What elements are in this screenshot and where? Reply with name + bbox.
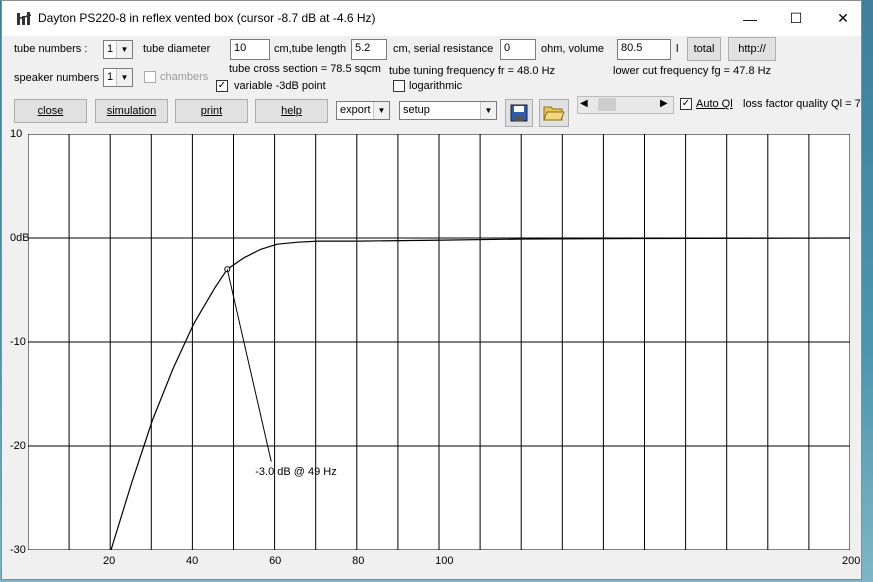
close-window-button[interactable]: ✕ (820, 1, 866, 36)
setup-select[interactable]: setup ▼ (399, 101, 497, 120)
app-icon (16, 12, 32, 25)
floppy-icon (510, 104, 528, 122)
scroll-left-icon[interactable]: ◀ (580, 98, 588, 109)
chambers-checkbox[interactable] (144, 71, 156, 83)
volume-label: ohm, volume (541, 43, 604, 55)
title-bar: Dayton PS220-8 in reflex vented box (cur… (2, 1, 861, 36)
help-button[interactable]: help (255, 99, 328, 123)
chevron-down-icon: ▼ (373, 102, 389, 119)
volume-input[interactable]: 80.5 (617, 39, 671, 60)
chevron-down-icon: ▼ (116, 41, 132, 58)
y-tick-label: -30 (10, 544, 26, 556)
serial-resistance-label: cm, serial resistance (393, 43, 494, 55)
maximize-button[interactable]: ☐ (773, 1, 819, 36)
logarithmic-checkbox[interactable] (393, 80, 405, 92)
serial-resistance-input[interactable]: 0 (500, 39, 536, 60)
tube-length-input[interactable]: 5.2 (351, 39, 387, 60)
auto-ql-label: Auto Ql (696, 98, 733, 110)
total-button[interactable]: total (687, 37, 721, 61)
window-title: Dayton PS220-8 in reflex vented box (cur… (38, 11, 376, 25)
tube-diameter-input[interactable]: 10 (230, 39, 270, 60)
y-tick-label: -20 (10, 440, 26, 452)
scroll-right-icon[interactable]: ▶ (660, 98, 668, 109)
open-button[interactable] (539, 99, 569, 127)
chambers-label: chambers (160, 71, 209, 83)
y-tick-label: -10 (10, 336, 26, 348)
x-tick-label: 200 (842, 555, 861, 567)
scrollbar-thumb[interactable] (598, 98, 616, 111)
minimize-button[interactable]: — (727, 1, 773, 36)
setup-value: setup (403, 104, 430, 116)
variable-3db-label: variable -3dB point (234, 80, 326, 92)
x-tick-label: 60 (269, 555, 282, 567)
tube-numbers-value: 1 (107, 43, 114, 55)
response-chart: -3.0 dB @ 49 Hz (27, 133, 851, 551)
main-window: Dayton PS220-8 in reflex vented box (cur… (1, 0, 862, 580)
x-tick-label: 80 (352, 555, 365, 567)
x-tick-label: 100 (435, 555, 454, 567)
chart-svg: -3.0 dB @ 49 Hz (27, 133, 851, 551)
http-button[interactable]: http:// (728, 37, 776, 61)
y-tick-label: 10 (10, 128, 23, 140)
chevron-down-icon: ▼ (116, 69, 132, 86)
export-select[interactable]: export ▼ (336, 101, 390, 120)
tube-length-label: cm,tube length (274, 43, 347, 55)
speaker-numbers-select[interactable]: 1 ▼ (103, 68, 133, 87)
tube-numbers-select[interactable]: 1 ▼ (103, 40, 133, 59)
tube-cross-section: tube cross section = 78.5 sqcm (229, 63, 381, 75)
print-button[interactable]: print (175, 99, 248, 123)
x-tick-label: 40 (186, 555, 199, 567)
chevron-down-icon: ▼ (480, 102, 496, 119)
export-value: export (340, 104, 371, 116)
horizontal-scrollbar[interactable]: ◀ ▶ (577, 96, 674, 114)
tube-diameter-label: tube diameter (143, 43, 211, 55)
speaker-numbers-value: 1 (107, 71, 114, 83)
tube-numbers-label: tube numbers : (14, 43, 88, 55)
lower-cut-frequency: lower cut frequency fg = 47.8 Hz (613, 65, 772, 77)
variable-3db-checkbox[interactable]: ✓ (216, 80, 228, 92)
folder-open-icon (543, 106, 565, 121)
save-button[interactable] (505, 99, 533, 127)
logarithmic-label: logarithmic (409, 80, 463, 92)
y-tick-label: 0dB (10, 232, 30, 244)
simulation-button[interactable]: simulation (95, 99, 168, 123)
auto-ql-checkbox[interactable]: ✓ (680, 98, 692, 110)
loss-factor: loss factor quality Ql = 7 (743, 98, 861, 110)
volume-unit: l (676, 43, 679, 55)
speaker-numbers-label: speaker numbers : (14, 72, 106, 84)
close-button[interactable]: close (14, 99, 87, 123)
x-tick-label: 20 (103, 555, 116, 567)
tuning-frequency: tube tuning frequency fr = 48.0 Hz (389, 65, 556, 77)
annotation-label: -3.0 dB @ 49 Hz (255, 466, 336, 478)
